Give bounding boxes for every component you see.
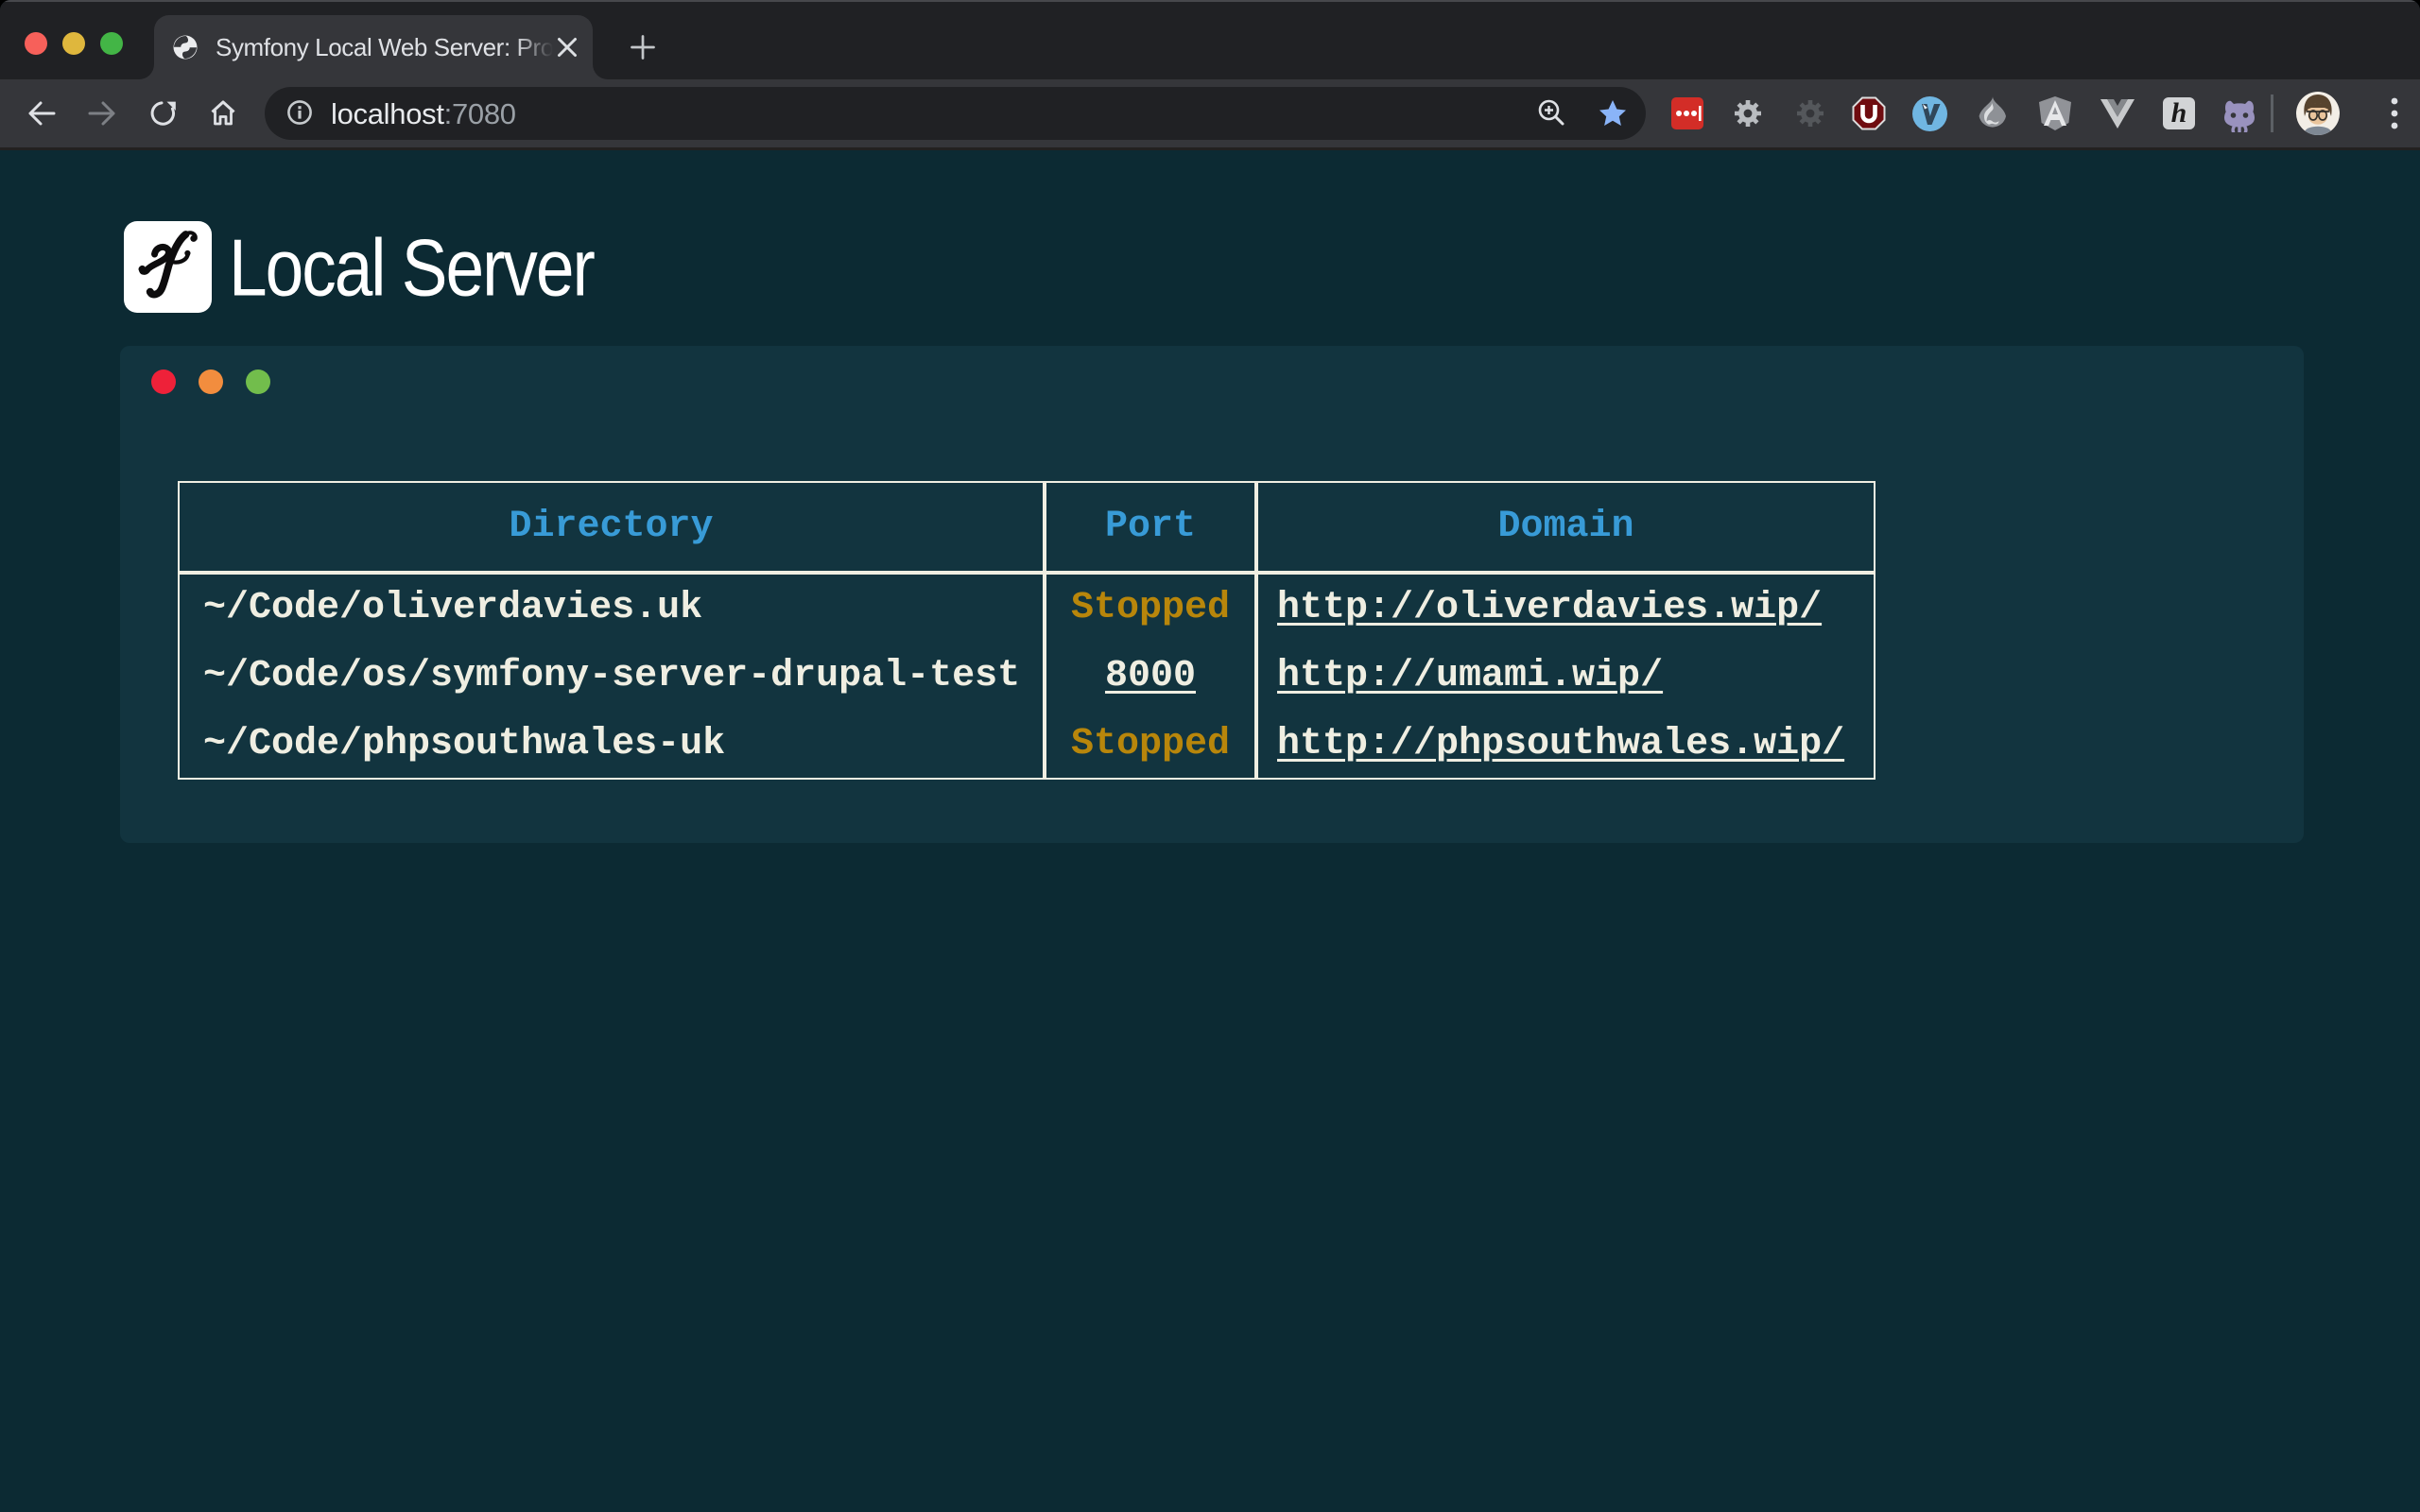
svg-text:h: h	[2171, 97, 2187, 129]
